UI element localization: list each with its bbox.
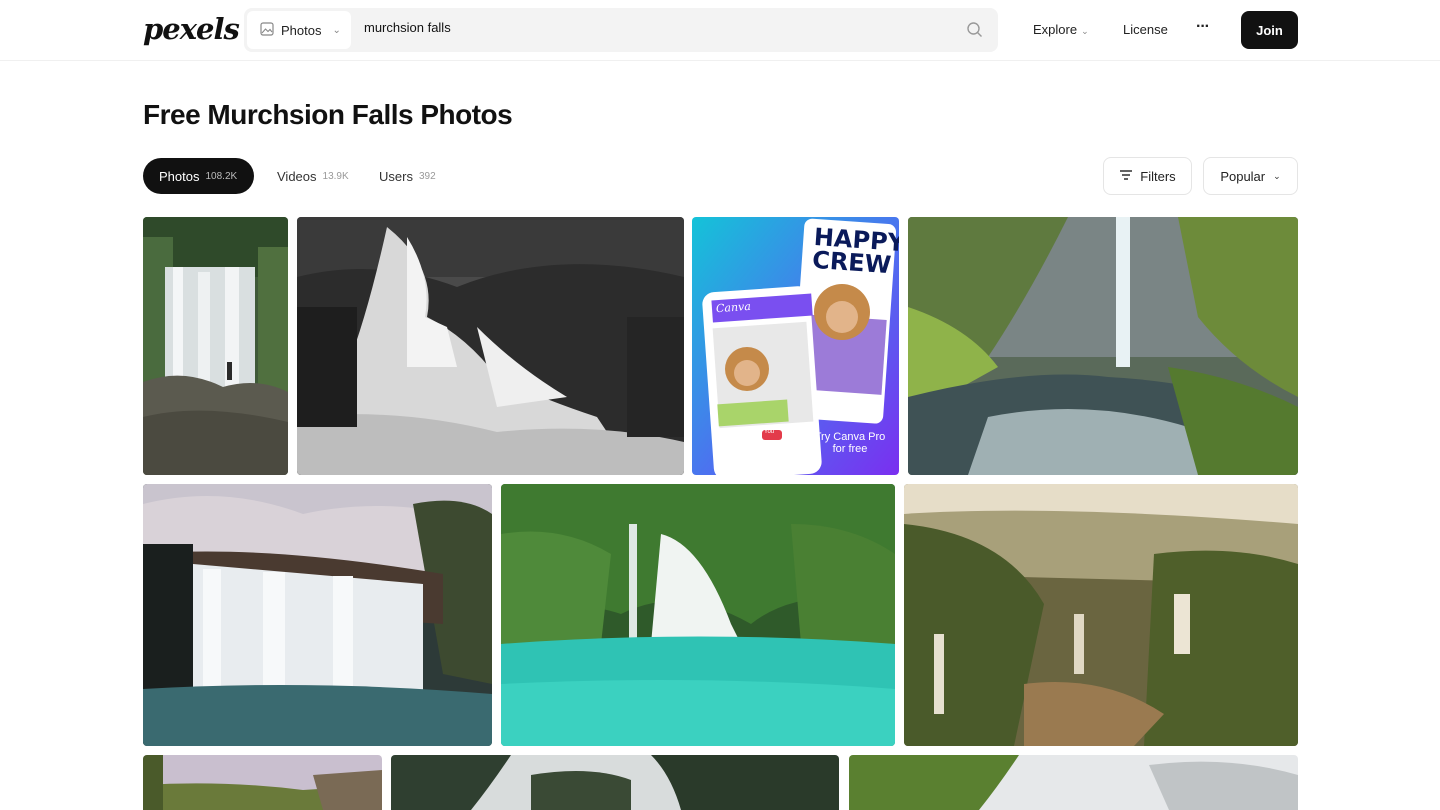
page-title: Free Murchsion Falls Photos (143, 99, 513, 130)
tab-label: Users (379, 168, 413, 184)
photo-card[interactable] (143, 755, 382, 810)
tab-users[interactable]: Users 392 (379, 158, 436, 194)
photo-card[interactable] (391, 755, 839, 810)
search-bar: Photos ⌄ (244, 8, 998, 52)
search-input[interactable] (364, 20, 924, 35)
tab-count: 392 (418, 170, 436, 182)
tab-photos[interactable]: Photos 108.2K (143, 158, 254, 194)
tab-count: 13.9K (322, 170, 349, 182)
sort-label: Popular (1220, 168, 1266, 184)
nav-explore-label: Explore (1033, 22, 1078, 37)
ad-headline: HAPPY CREW (811, 223, 899, 280)
pexels-logo[interactable]: pexels (143, 12, 240, 46)
ad-badge: You (764, 429, 775, 435)
filter-icon (1119, 169, 1133, 184)
image-icon (260, 21, 274, 39)
filters-button[interactable]: Filters (1103, 157, 1192, 195)
waterfall-photo (143, 217, 288, 475)
search-type-dropdown[interactable]: Photos ⌄ (247, 11, 351, 49)
join-button[interactable]: Join (1241, 11, 1298, 49)
landscape-photo (143, 755, 382, 810)
ad-cta-line1: Try Canva Pro (814, 431, 886, 443)
photo-card[interactable] (143, 484, 492, 746)
waterfall-photo (908, 217, 1298, 475)
landscape-photo (849, 755, 1298, 810)
photo-card[interactable] (297, 217, 684, 475)
chevron-down-icon: ⌄ (1273, 170, 1281, 181)
nav-license[interactable]: License (1123, 22, 1168, 37)
ad-cta: Try Canva Pro for free (804, 431, 896, 455)
more-menu-button[interactable]: ··· (1196, 18, 1210, 36)
waterfall-photo (904, 484, 1298, 746)
tab-videos[interactable]: Videos 13.9K (277, 158, 349, 194)
photo-card[interactable] (904, 484, 1298, 746)
waterfall-photo-bw (297, 217, 684, 475)
sort-dropdown[interactable]: Popular ⌄ (1203, 157, 1298, 195)
tab-label: Videos (277, 168, 317, 184)
photo-card[interactable] (908, 217, 1298, 475)
search-icon[interactable] (966, 21, 984, 39)
search-type-label: Photos (281, 22, 322, 38)
forest-photo (391, 755, 839, 810)
nav-explore[interactable]: Explore ⌄ (1033, 22, 1089, 37)
photo-card[interactable] (501, 484, 895, 746)
waterfall-photo (501, 484, 895, 746)
canva-ad-card[interactable]: HAPPY CREW Canva You Try Canva Pro for f… (692, 217, 899, 475)
filters-label: Filters (1140, 168, 1176, 184)
ad-headline-line2: CREW (811, 245, 893, 280)
chevron-down-icon: ⌄ (332, 24, 341, 36)
chevron-down-icon: ⌄ (1081, 26, 1089, 36)
ad-cta-line2: for free (832, 443, 868, 455)
waterfall-photo (143, 484, 492, 746)
tab-label: Photos (159, 168, 200, 184)
photo-card[interactable] (849, 755, 1298, 810)
tab-count: 108.2K (205, 170, 238, 182)
photo-card[interactable] (143, 217, 288, 475)
canva-app-label: Canva (715, 299, 752, 316)
top-header: pexels Photos ⌄ Explore⌄ License ··· Joi… (0, 0, 1440, 61)
